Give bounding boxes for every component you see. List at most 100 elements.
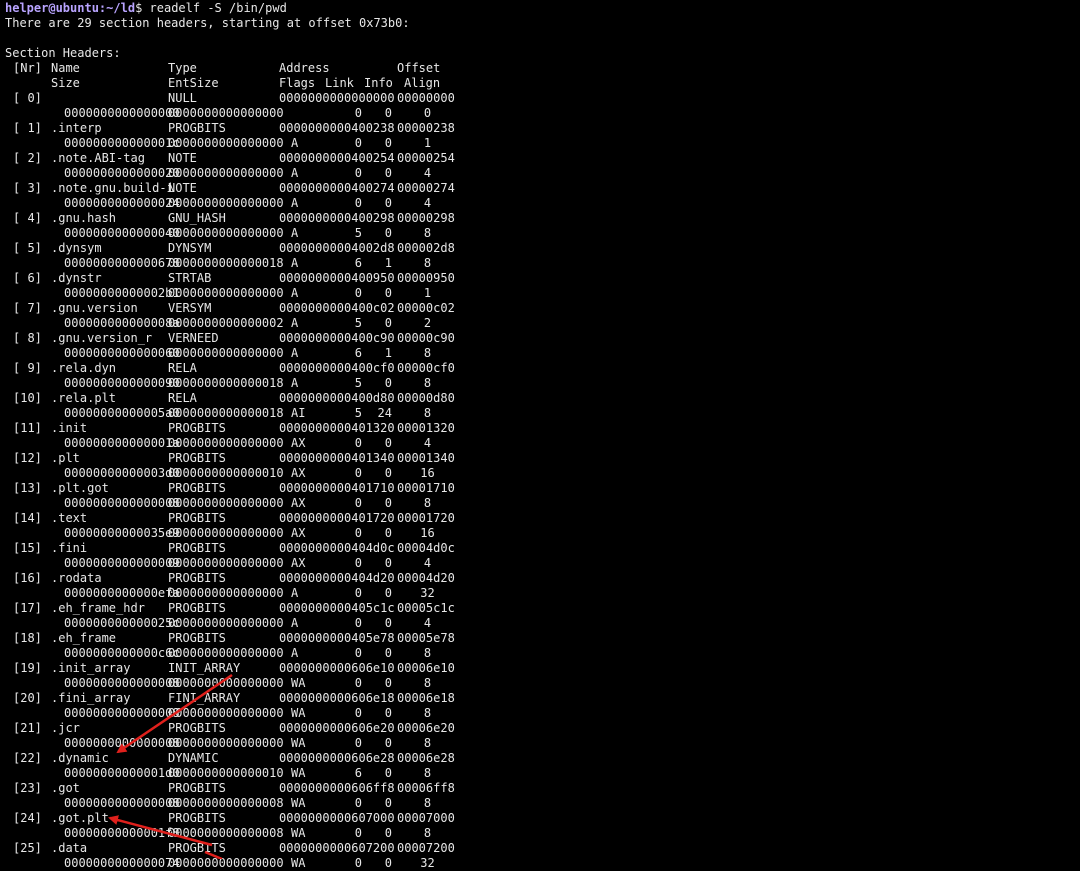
section-flags: A <box>291 616 299 630</box>
section-align: 4 <box>423 166 432 180</box>
section-info: 0 <box>384 496 392 510</box>
section-type: PROGBITS <box>168 571 226 585</box>
section-size: 000000000000025c <box>64 616 180 630</box>
section-info: 0 <box>384 676 392 690</box>
section-type: DYNSYM <box>168 241 212 255</box>
section-size: 0000000000000c6c <box>64 646 180 660</box>
section-link: 6 <box>354 766 362 780</box>
section-nr: [25] <box>13 841 42 855</box>
section-entsize: 0000000000000000 <box>168 676 284 690</box>
section-address: 0000000000405e78 <box>279 631 395 645</box>
section-name: .plt <box>51 451 80 465</box>
section-row-detail: 0000000000000009 0000000000000000 AX 0 0 4 <box>5 556 1080 571</box>
section-flags: AX <box>291 436 306 450</box>
section-address: 0000000000400d80 <box>279 391 395 405</box>
header-entsize: EntSize <box>168 76 219 90</box>
section-size: 0000000000000008 <box>64 496 180 510</box>
section-type: INIT_ARRAY <box>168 661 241 675</box>
section-entsize: 0000000000000000 <box>168 736 284 750</box>
section-nr: [ 7] <box>13 301 42 315</box>
section-address: 0000000000606e18 <box>279 691 395 705</box>
section-link: 0 <box>354 106 362 120</box>
section-row-detail: 0000000000000000 0000000000000000 0 0 0 <box>5 106 1080 121</box>
section-type: NOTE <box>168 181 197 195</box>
section-link: 5 <box>354 376 362 390</box>
section-offset: 00000c90 <box>397 331 455 345</box>
section-size: 000000000000008a <box>64 316 180 330</box>
section-flags: WA <box>291 706 306 720</box>
section-flags: A <box>291 346 299 360</box>
section-offset: 00001710 <box>397 481 455 495</box>
section-address: 0000000000400c90 <box>279 331 395 345</box>
section-flags: AX <box>291 526 306 540</box>
header-align: Align <box>404 76 441 90</box>
section-row: [22] .dynamic DYNAMIC 0000000000606e28 00006… <box>5 751 1080 766</box>
column-header-row-1: [Nr] Name Type Address Offset <box>5 61 1080 76</box>
section-table: [ 0] NULL 0000000000000000 00000000 00000000… <box>5 91 1080 871</box>
section-row: [25] .data PROGBITS 0000000000607200 0000720… <box>5 841 1080 856</box>
section-name: .text <box>51 511 88 525</box>
section-name: .eh_frame_hdr <box>51 601 145 615</box>
section-type: PROGBITS <box>168 781 226 795</box>
section-entsize: 0000000000000000 <box>168 526 284 540</box>
section-link: 5 <box>354 406 362 420</box>
section-name: .got.plt <box>51 811 109 825</box>
section-entsize: 0000000000000008 <box>168 826 284 840</box>
section-align: 8 <box>423 676 432 690</box>
section-offset: 00004d0c <box>397 541 455 555</box>
section-type: RELA <box>168 361 197 375</box>
section-align: 8 <box>423 496 432 510</box>
section-size: 0000000000000efa <box>64 586 180 600</box>
section-info: 24 <box>377 406 392 420</box>
section-row-detail: 0000000000000074 0000000000000000 WA 0 0 32 <box>5 856 1080 871</box>
section-row: [ 3] .note.gnu.build-i NOTE 000000000040027… <box>5 181 1080 196</box>
section-address: 0000000000607000 <box>279 811 395 825</box>
section-nr: [24] <box>13 811 42 825</box>
section-align: 8 <box>423 256 432 270</box>
section-row: [19] .init_array INIT_ARRAY 0000000000606e1… <box>5 661 1080 676</box>
section-nr: [22] <box>13 751 42 765</box>
section-row: [16] .rodata PROGBITS 0000000000404d20 00004… <box>5 571 1080 586</box>
section-offset: 00000cf0 <box>397 361 455 375</box>
section-type: PROGBITS <box>168 481 226 495</box>
section-size: 0000000000000024 <box>64 196 180 210</box>
section-offset: 00004d20 <box>397 571 455 585</box>
section-entsize: 0000000000000000 <box>168 706 284 720</box>
section-entsize: 0000000000000018 <box>168 256 284 270</box>
section-size: 0000000000000008 <box>64 736 180 750</box>
section-entsize: 0000000000000000 <box>168 136 284 150</box>
section-info: 0 <box>384 166 392 180</box>
section-flags: AI <box>291 406 306 420</box>
section-row: [13] .plt.got PROGBITS 0000000000401710 0000… <box>5 481 1080 496</box>
section-size: 000000000000001a <box>64 436 180 450</box>
section-row: [ 7] .gnu.version VERSYM 0000000000400c02 00… <box>5 301 1080 316</box>
section-name: .rela.plt <box>51 391 117 405</box>
section-row: [ 9] .rela.dyn RELA 0000000000400cf0 00000cf… <box>5 361 1080 376</box>
section-align: 0 <box>423 106 432 120</box>
section-link: 0 <box>354 436 362 450</box>
section-flags: AX <box>291 466 306 480</box>
section-link: 0 <box>354 496 362 510</box>
section-entsize: 0000000000000018 <box>168 376 284 390</box>
section-align: 16 <box>420 526 435 540</box>
section-nr: [ 1] <box>13 121 42 135</box>
section-info: 0 <box>384 286 392 300</box>
section-type: GNU_HASH <box>168 211 226 225</box>
section-address: 0000000000401710 <box>279 481 395 495</box>
section-align: 8 <box>423 226 432 240</box>
section-name: .rela.dyn <box>51 361 117 375</box>
section-size: 0000000000000008 <box>64 706 180 720</box>
section-nr: [12] <box>13 451 42 465</box>
section-nr: [ 8] <box>13 331 42 345</box>
terminal-window[interactable]: helper@ubuntu:~/ld$ readelf -S /bin/pwd … <box>5 1 1080 870</box>
section-address: 00000000004002d8 <box>279 241 395 255</box>
section-offset: 00007000 <box>397 811 455 825</box>
section-align: 2 <box>423 316 432 330</box>
section-flags: A <box>291 316 299 330</box>
section-info: 0 <box>384 526 392 540</box>
section-link: 0 <box>354 796 362 810</box>
section-name: .init_array <box>51 661 131 675</box>
section-address: 0000000000401320 <box>279 421 395 435</box>
section-nr: [19] <box>13 661 42 675</box>
section-info: 0 <box>384 856 392 870</box>
